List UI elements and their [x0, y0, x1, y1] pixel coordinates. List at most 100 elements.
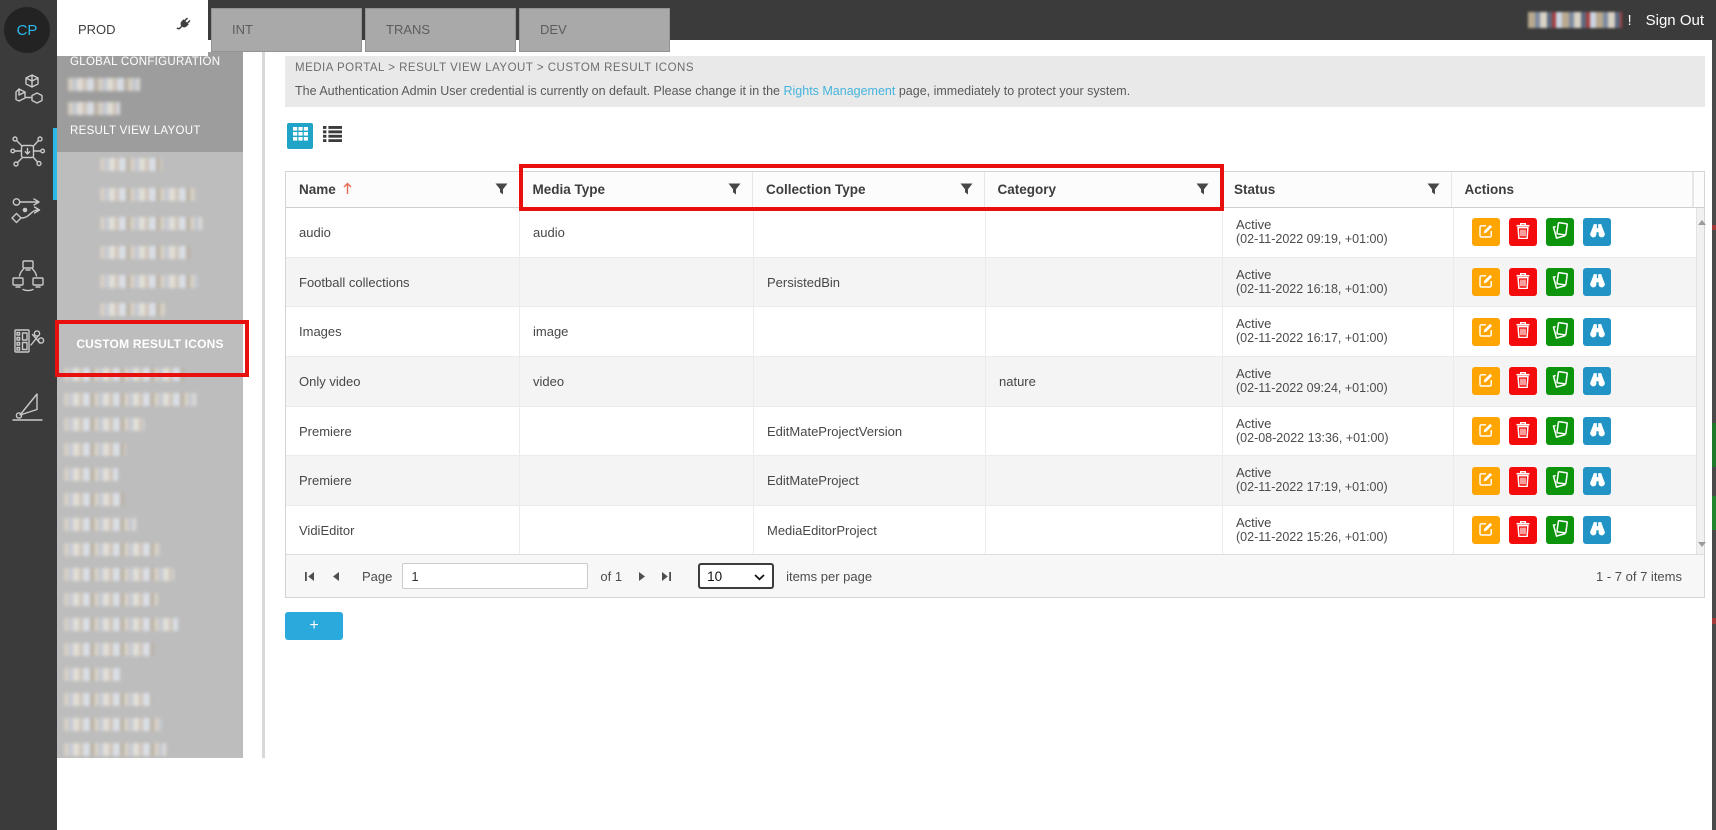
sidebar-item-redacted[interactable] — [64, 718, 162, 731]
sidebar-item-redacted[interactable] — [100, 275, 198, 288]
category-cell — [986, 208, 1223, 257]
assets-cubes-icon[interactable] — [10, 72, 46, 108]
sidebar-item-redacted[interactable] — [64, 643, 154, 656]
edit-icon — [1478, 471, 1494, 490]
vector-tools-icon[interactable] — [10, 388, 46, 424]
search-button[interactable] — [1583, 516, 1611, 544]
filter-icon[interactable] — [960, 183, 973, 198]
delete-button[interactable] — [1509, 516, 1537, 544]
search-button[interactable] — [1583, 318, 1611, 346]
column-header-media-type[interactable]: Media Type — [520, 172, 754, 207]
sidebar-item-redacted[interactable] — [68, 102, 120, 115]
column-header-category[interactable]: Category — [985, 172, 1222, 207]
column-header-actions[interactable]: Actions — [1452, 172, 1693, 207]
filter-icon[interactable] — [495, 183, 508, 198]
column-header-status[interactable]: Status — [1221, 172, 1452, 207]
copy-button[interactable] — [1546, 268, 1574, 296]
media-editing-icon[interactable] — [10, 323, 46, 359]
edit-button[interactable] — [1472, 417, 1500, 445]
edit-button[interactable] — [1472, 367, 1500, 395]
column-header-name[interactable]: Name — [286, 172, 520, 207]
sort-ascending-icon — [343, 183, 352, 198]
edit-button[interactable] — [1472, 218, 1500, 246]
last-page-button[interactable] — [661, 571, 672, 582]
copy-button[interactable] — [1546, 417, 1574, 445]
copy-button[interactable] — [1546, 467, 1574, 495]
sidebar-item-redacted[interactable] — [100, 246, 190, 259]
tab-dev[interactable]: DEV — [519, 8, 670, 52]
edit-button[interactable] — [1472, 318, 1500, 346]
column-header-collection-type[interactable]: Collection Type — [753, 172, 985, 207]
actions-cell — [1454, 407, 1696, 456]
sidebar-item-redacted[interactable] — [64, 368, 184, 381]
sidebar-item-redacted[interactable] — [64, 493, 124, 506]
caret-down-icon — [754, 569, 765, 584]
search-button[interactable] — [1583, 218, 1611, 246]
prev-page-button[interactable] — [331, 571, 340, 582]
delete-button[interactable] — [1509, 367, 1537, 395]
tab-int[interactable]: INT — [211, 8, 362, 52]
search-button[interactable] — [1583, 367, 1611, 395]
table-header-row: NameMedia TypeCollection TypeCategorySta… — [286, 172, 1704, 208]
delete-button[interactable] — [1509, 318, 1537, 346]
sidebar-item-redacted[interactable] — [64, 443, 126, 456]
collaboration-screens-icon[interactable] — [10, 258, 46, 294]
sidebar-item-redacted[interactable] — [64, 518, 136, 531]
copy-button[interactable] — [1546, 318, 1574, 346]
search-button[interactable] — [1583, 268, 1611, 296]
sidebar-item-redacted[interactable] — [64, 593, 158, 606]
sign-out-button[interactable]: Sign Out — [1646, 12, 1704, 29]
category-cell — [986, 307, 1223, 356]
workflow-icon[interactable] — [10, 194, 46, 230]
page-number-input[interactable] — [402, 563, 588, 589]
add-custom-icon-button[interactable]: + — [285, 612, 343, 640]
delete-button[interactable] — [1509, 218, 1537, 246]
scroll-up-icon[interactable] — [1697, 212, 1706, 230]
tab-prod[interactable]: PROD — [57, 0, 208, 56]
delete-button[interactable] — [1509, 417, 1537, 445]
filter-icon[interactable] — [1427, 183, 1440, 198]
filter-icon[interactable] — [1196, 183, 1209, 198]
sidebar-item-redacted[interactable] — [64, 393, 196, 406]
sidebar-item-redacted[interactable] — [64, 693, 152, 706]
edit-button[interactable] — [1472, 516, 1500, 544]
scroll-down-icon[interactable] — [1697, 534, 1706, 552]
sidebar-item-redacted[interactable] — [100, 188, 195, 201]
sidebar-item-redacted[interactable] — [64, 418, 144, 431]
copy-button[interactable] — [1546, 367, 1574, 395]
search-button[interactable] — [1583, 467, 1611, 495]
delete-button[interactable] — [1509, 268, 1537, 296]
sidebar-item-redacted[interactable] — [100, 217, 202, 230]
next-page-button[interactable] — [638, 571, 647, 582]
first-page-button[interactable] — [304, 571, 315, 582]
sidebar-item-custom-result-icons[interactable]: CUSTOM RESULT ICONS — [57, 330, 243, 358]
app-logo[interactable]: CP — [4, 7, 50, 53]
edit-button[interactable] — [1472, 268, 1500, 296]
sidebar-item-redacted[interactable] — [100, 303, 165, 316]
tab-label: DEV — [540, 22, 567, 37]
grid-view-button[interactable] — [287, 123, 313, 149]
category-cell — [986, 407, 1223, 456]
sidebar-item-redacted[interactable] — [64, 468, 118, 481]
tab-trans[interactable]: TRANS — [365, 8, 516, 52]
sidebar-item-redacted[interactable] — [64, 543, 160, 556]
page-size-select[interactable]: 10 — [698, 563, 774, 589]
filter-icon[interactable] — [728, 183, 741, 198]
edit-button[interactable] — [1472, 467, 1500, 495]
sidebar-item-redacted[interactable] — [64, 618, 178, 631]
metadata-hub-icon[interactable] — [10, 134, 46, 170]
sidebar-item-redacted[interactable] — [64, 743, 166, 756]
sidebar-item-redacted[interactable] — [100, 158, 162, 171]
search-button[interactable] — [1583, 417, 1611, 445]
media-type-cell: image — [520, 307, 754, 356]
sidebar-item-redacted[interactable] — [68, 78, 140, 91]
sidebar-item-redacted[interactable] — [64, 668, 120, 681]
copy-button[interactable] — [1546, 516, 1574, 544]
delete-button[interactable] — [1509, 467, 1537, 495]
table-scrollbar[interactable] — [1696, 208, 1704, 556]
sidebar-item-redacted[interactable] — [64, 568, 174, 581]
status-value: Active — [1236, 267, 1453, 282]
copy-button[interactable] — [1546, 218, 1574, 246]
rights-management-link[interactable]: Rights Management — [783, 84, 895, 98]
list-view-button[interactable] — [321, 126, 343, 146]
